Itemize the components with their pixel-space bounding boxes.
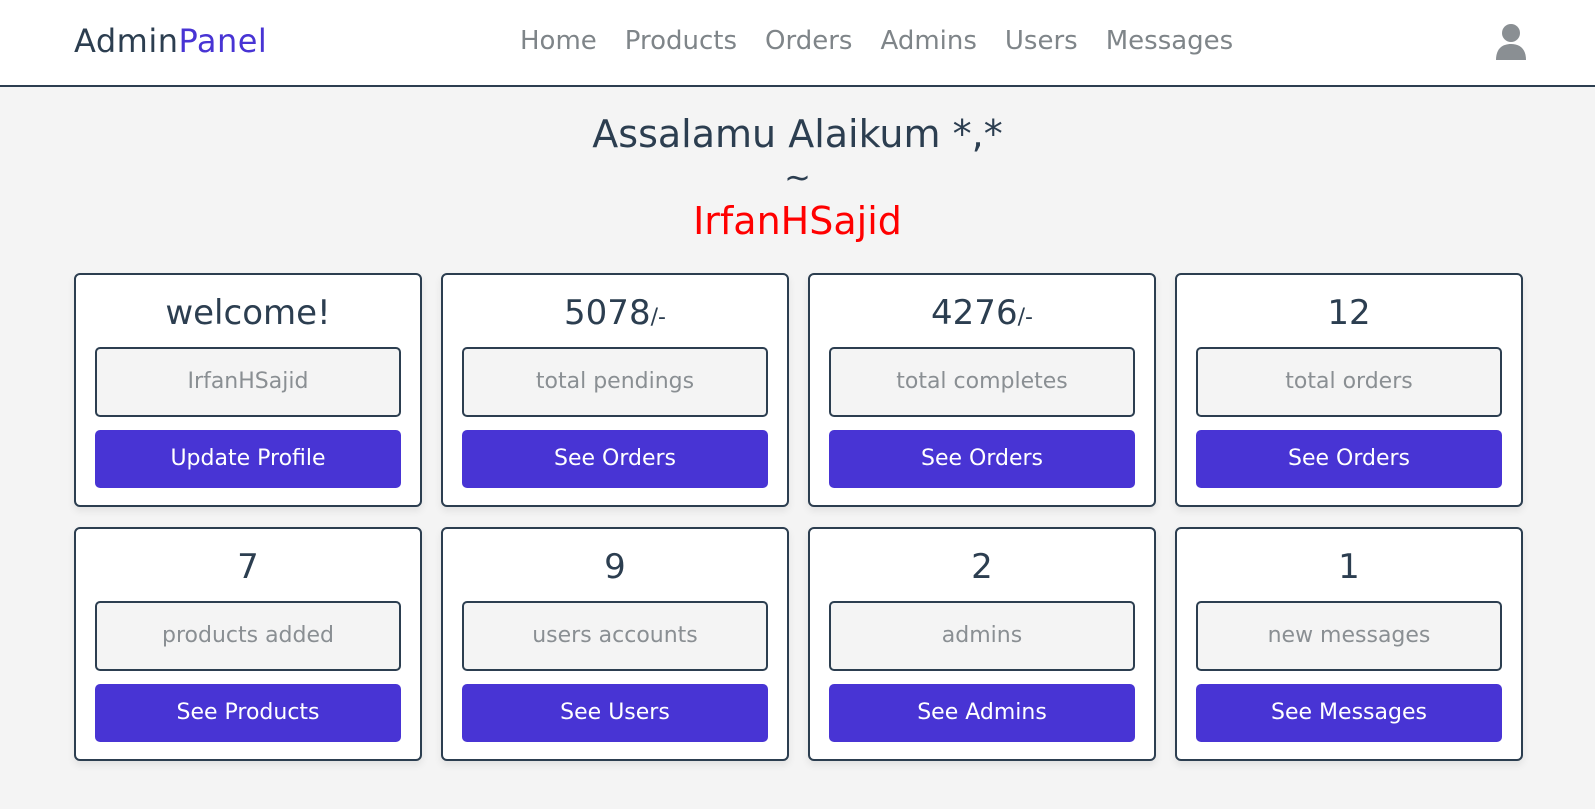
logo-accent: Panel (178, 22, 268, 60)
card-label: IrfanHSajid (95, 347, 401, 417)
logo[interactable]: AdminPanel (74, 22, 267, 60)
nav-products[interactable]: Products (625, 26, 737, 56)
nav-admins[interactable]: Admins (880, 26, 976, 56)
card-value: 9 (604, 547, 626, 587)
nav-messages[interactable]: Messages (1106, 26, 1234, 56)
greeting: Assalamu Alaikum *,* ~ IrfanHSajid (0, 110, 1595, 246)
card-pendings: 5078/- total pendings See Orders (441, 273, 789, 507)
greeting-separator: ~ (784, 158, 811, 196)
see-orders-button[interactable]: See Orders (1196, 430, 1502, 488)
see-admins-button[interactable]: See Admins (829, 684, 1135, 742)
card-value: welcome! (165, 293, 331, 333)
see-products-button[interactable]: See Products (95, 684, 401, 742)
card-value: 7 (237, 547, 259, 587)
card-admins: 2 admins See Admins (808, 527, 1156, 761)
see-users-button[interactable]: See Users (462, 684, 768, 742)
user-icon[interactable] (1494, 22, 1528, 62)
card-value: 1 (1338, 547, 1360, 587)
main-nav: Home Products Orders Admins Users Messag… (520, 26, 1261, 56)
card-label: products added (95, 601, 401, 671)
see-orders-completed-button[interactable]: See Orders (829, 430, 1135, 488)
card-label: total orders (1196, 347, 1502, 417)
greeting-title: Assalamu Alaikum *,* (592, 112, 1003, 156)
card-completes: 4276/- total completes See Orders (808, 273, 1156, 507)
admin-name: IrfanHSajid (693, 199, 902, 243)
card-label: total pendings (462, 347, 768, 417)
card-value: 2 (971, 547, 993, 587)
card-value: 12 (1327, 293, 1371, 333)
nav-users[interactable]: Users (1005, 26, 1078, 56)
logo-main: Admin (74, 22, 179, 60)
card-products: 7 products added See Products (74, 527, 422, 761)
card-profile: welcome! IrfanHSajid Update Profile (74, 273, 422, 507)
card-label: users accounts (462, 601, 768, 671)
nav-orders[interactable]: Orders (765, 26, 852, 56)
card-messages: 1 new messages See Messages (1175, 527, 1523, 761)
header: AdminPanel Home Products Orders Admins U… (0, 0, 1595, 87)
update-profile-button[interactable]: Update Profile (95, 430, 401, 488)
card-value: 5078/- (564, 293, 666, 333)
card-label: new messages (1196, 601, 1502, 671)
card-label: total completes (829, 347, 1135, 417)
dashboard-grid: welcome! IrfanHSajid Update Profile 5078… (74, 273, 1525, 761)
card-value: 4276/- (931, 293, 1033, 333)
nav-home[interactable]: Home (520, 26, 597, 56)
card-orders: 12 total orders See Orders (1175, 273, 1523, 507)
see-orders-pending-button[interactable]: See Orders (462, 430, 768, 488)
see-messages-button[interactable]: See Messages (1196, 684, 1502, 742)
card-users: 9 users accounts See Users (441, 527, 789, 761)
card-label: admins (829, 601, 1135, 671)
